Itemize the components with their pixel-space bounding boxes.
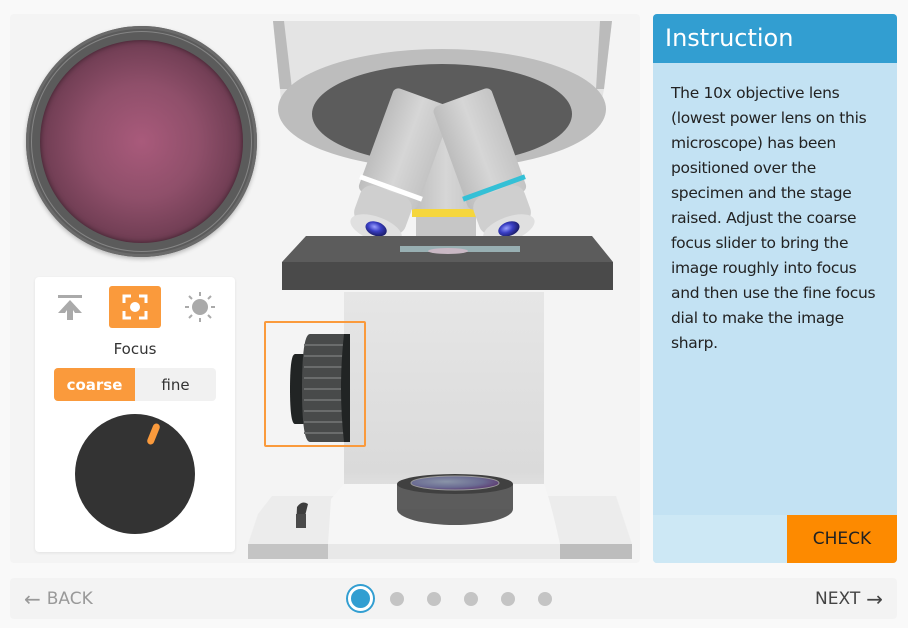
- instruction-card: Instruction The 10x objective lens (lowe…: [653, 14, 897, 563]
- check-button[interactable]: CHECK: [787, 515, 897, 563]
- dial-indicator: [146, 422, 161, 446]
- instruction-text: The 10x objective lens (lowest power len…: [671, 84, 876, 352]
- focus-knob-highlight[interactable]: [264, 321, 366, 447]
- step-indicator: [346, 586, 575, 611]
- coarse-mode-button[interactable]: coarse: [54, 368, 135, 401]
- focus-section-label: Focus: [113, 340, 157, 358]
- step-dot-3[interactable]: [427, 591, 441, 606]
- focus-mode-toggle: coarse fine: [54, 368, 216, 401]
- bottom-navigation: ← BACK NEXT →: [10, 578, 897, 619]
- tool-focus-button[interactable]: [109, 286, 161, 328]
- next-button[interactable]: NEXT →: [815, 578, 883, 619]
- tool-objective-button[interactable]: [44, 286, 96, 328]
- microscope-stage-plate[interactable]: [282, 236, 613, 290]
- step-dot-6[interactable]: [538, 591, 552, 606]
- step-dot-1[interactable]: [348, 586, 373, 611]
- eyepiece-view: [26, 26, 257, 257]
- specimen-image: [40, 40, 243, 243]
- tool-light-button[interactable]: [174, 286, 226, 328]
- step-dot-4[interactable]: [464, 591, 478, 606]
- fine-mode-button[interactable]: fine: [135, 368, 216, 401]
- next-label: NEXT: [815, 588, 861, 609]
- arrow-left-icon: ←: [24, 586, 41, 611]
- instruction-footer: CHECK: [653, 515, 897, 563]
- microscope-stage: Focus coarse fine: [10, 14, 640, 563]
- light-icon: [185, 292, 215, 322]
- focus-icon: [122, 294, 148, 320]
- light-source[interactable]: [397, 474, 513, 525]
- focus-dial[interactable]: [75, 414, 195, 534]
- arrow-right-icon: →: [866, 586, 883, 611]
- control-panel: Focus coarse fine: [35, 277, 235, 552]
- tool-selector: [35, 286, 235, 328]
- instruction-title: Instruction: [653, 14, 897, 63]
- back-button[interactable]: ← BACK: [24, 578, 93, 619]
- back-label: BACK: [46, 588, 93, 609]
- step-dot-2[interactable]: [390, 591, 404, 606]
- objective-icon: [58, 295, 82, 320]
- step-dot-5[interactable]: [501, 591, 515, 606]
